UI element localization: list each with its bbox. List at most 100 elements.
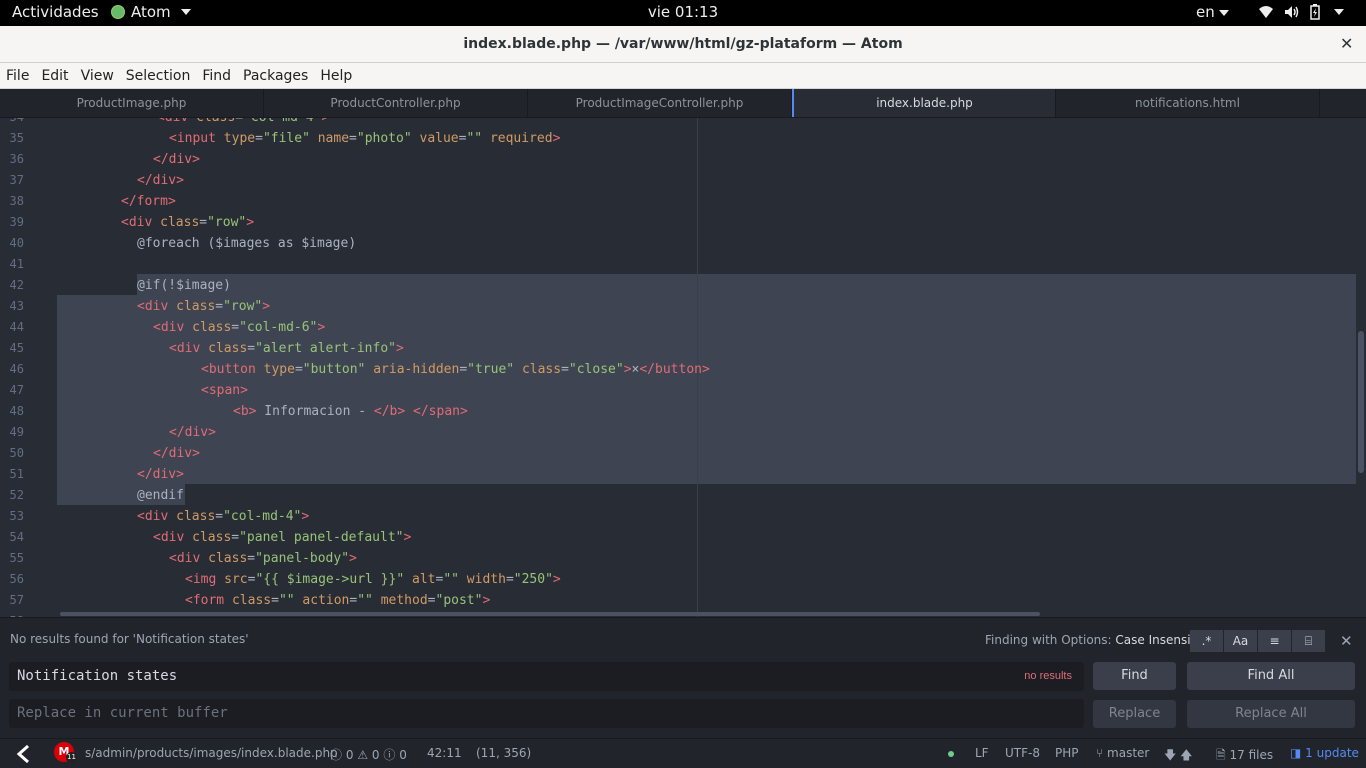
line-number: 50 (9, 446, 24, 460)
line-number: 36 (9, 152, 24, 166)
replace-button[interactable]: Replace (1093, 700, 1176, 728)
diagnostics-summary[interactable]: ⓘ 0 ⚠ 0 ⓘ 0 (330, 746, 407, 763)
code-line[interactable]: <div class="alert alert-info"> (169, 338, 404, 359)
menu-file[interactable]: File (0, 63, 35, 88)
find-button[interactable]: Find (1093, 662, 1176, 690)
github-files[interactable]: 🗎 17 files (1216, 746, 1273, 767)
find-query: Notification states (17, 668, 178, 684)
package-icon: ◨ (1290, 746, 1302, 760)
arrow-up-icon: 🡅 (1180, 748, 1193, 762)
code-line[interactable]: <form class="" action="" method="post"> (185, 590, 490, 611)
chevron-down-icon (1218, 9, 1229, 16)
language-selector[interactable]: en (1196, 3, 1229, 21)
code-line[interactable]: </div> (153, 149, 200, 170)
tab-notifications-html[interactable]: notifications.html (1056, 89, 1320, 117)
code-line[interactable]: <div class="panel panel-default"> (153, 527, 411, 548)
line-number: 45 (9, 341, 24, 355)
line-number: 55 (9, 551, 24, 565)
code-line[interactable]: </div> (137, 464, 184, 485)
line-number: 54 (9, 530, 24, 544)
code-line[interactable]: <div class="panel-body"> (169, 548, 357, 569)
regex-toggle[interactable]: .* (1190, 630, 1224, 652)
code-line[interactable]: <button type="button" aria-hidden="true"… (201, 359, 710, 380)
line-number: 47 (9, 383, 24, 397)
tab-index-blade-php[interactable]: index.blade.php (792, 89, 1056, 117)
find-options-prefix: Finding with Options: (985, 633, 1112, 647)
window-close-icon[interactable]: ✕ (1340, 34, 1353, 53)
whole-word-toggle[interactable]: ⌸ (1292, 630, 1326, 652)
code-line[interactable]: </div> (153, 443, 200, 464)
code-line[interactable]: <img src="{{ $image->url }}" alt="" widt… (185, 569, 561, 590)
line-number: 42 (9, 278, 24, 292)
tab-productcontroller-php[interactable]: ProductController.php (264, 89, 528, 117)
line-number: 34 (0, 118, 24, 124)
git-fetch-pull[interactable]: 🡇 🡅 (1164, 746, 1193, 767)
menu-bar: File Edit View Selection Find Packages H… (0, 63, 1366, 89)
app-name: Atom (131, 3, 171, 21)
code-line[interactable]: <div class="col-md-4"> (157, 118, 329, 128)
find-close-icon[interactable]: ✕ (1340, 632, 1353, 650)
code-line[interactable]: </form> (121, 191, 176, 212)
in-selection-toggle[interactable]: ≡ (1258, 630, 1292, 652)
code-line[interactable]: <div class="row"> (137, 296, 270, 317)
atom-icon (111, 5, 125, 19)
warning-icon: ⚠ (357, 748, 369, 762)
vertical-scrollbar[interactable] (1358, 331, 1364, 473)
code-line[interactable]: @endif (137, 485, 184, 506)
horizontal-scrollbar[interactable] (60, 612, 1040, 616)
battery-icon (1310, 4, 1320, 20)
selection-count[interactable]: (11, 356) (476, 746, 531, 760)
menu-packages[interactable]: Packages (237, 63, 314, 88)
menu-find[interactable]: Find (196, 63, 237, 88)
code-line[interactable]: @foreach ($images as $image) (137, 233, 356, 254)
replace-input[interactable]: Replace in current buffer (9, 699, 1084, 728)
line-number: 56 (9, 572, 24, 586)
files-count: 17 files (1229, 748, 1274, 762)
tab-bar: ProductImage.php ProductController.php P… (0, 89, 1366, 118)
code-line[interactable]: @if(!$image) (137, 275, 231, 296)
cursor-position[interactable]: 42:11 (427, 746, 462, 760)
line-number: 39 (9, 215, 24, 229)
code-line[interactable]: </div> (137, 170, 184, 191)
file-encoding[interactable]: UTF-8 (1005, 746, 1040, 760)
menu-help[interactable]: Help (314, 63, 358, 88)
find-all-button[interactable]: Find All (1187, 662, 1355, 690)
line-number: 44 (9, 320, 24, 334)
code-line[interactable]: <b> Informacion - </b> </span> (233, 401, 468, 422)
line-ending[interactable]: LF (975, 746, 989, 760)
line-number: 48 (9, 404, 24, 418)
activities-button[interactable]: Actividades (12, 3, 99, 21)
tab-productimage-php[interactable]: ProductImage.php (0, 89, 264, 117)
line-number: 41 (9, 257, 24, 271)
code-line[interactable]: <input type="file" name="photo" value=""… (169, 128, 560, 149)
clock[interactable]: vie 01:13 (648, 3, 718, 21)
menu-edit[interactable]: Edit (35, 63, 74, 88)
file-path[interactable]: s/admin/products/images/index.blade.php (85, 746, 338, 760)
menu-view[interactable]: View (75, 63, 120, 88)
update-notice[interactable]: ◨ 1 update (1290, 746, 1359, 760)
find-input[interactable]: Notification states no results (9, 662, 1084, 691)
code-area[interactable]: <div class="col-md-4"><input type="file"… (57, 118, 1357, 617)
git-branch[interactable]: ⑂ master (1096, 746, 1149, 760)
file-icon: 🗎 (1216, 748, 1226, 762)
code-line[interactable]: </div> (169, 422, 216, 443)
app-menu-button[interactable]: Atom (111, 3, 191, 21)
system-tray[interactable] (1258, 4, 1344, 20)
find-result-count: no results (1024, 670, 1072, 682)
tab-productimagecontroller-php[interactable]: ProductImageController.php (528, 89, 792, 117)
back-arrow-icon[interactable] (10, 742, 38, 766)
find-options-label: Finding with Options: Case Insensitive (985, 633, 1213, 647)
case-sensitive-toggle[interactable]: Aa (1224, 630, 1258, 652)
code-line[interactable]: <div class="col-md-6"> (153, 317, 325, 338)
grammar-selector[interactable]: PHP (1055, 746, 1079, 760)
line-number-gutter[interactable]: 34 35 36 37 38 39 40 41 42 43 44 45 46 47 48 49 50 51 52 53… (0, 118, 57, 617)
code-editor[interactable]: 34 35 36 37 38 39 40 41 42 43 44 45 46 47 48 49 50 51 52 53… (0, 118, 1366, 617)
code-line[interactable]: <div class="row"> (121, 212, 254, 233)
code-line[interactable]: <span> (201, 380, 248, 401)
line-number: 37 (9, 173, 24, 187)
code-line[interactable]: <div class="col-md-4"> (137, 506, 309, 527)
branch-icon: ⑂ (1096, 746, 1104, 760)
menu-selection[interactable]: Selection (120, 63, 197, 88)
replace-all-button[interactable]: Replace All (1187, 700, 1355, 728)
arrow-down-icon: 🡇 (1164, 748, 1177, 762)
